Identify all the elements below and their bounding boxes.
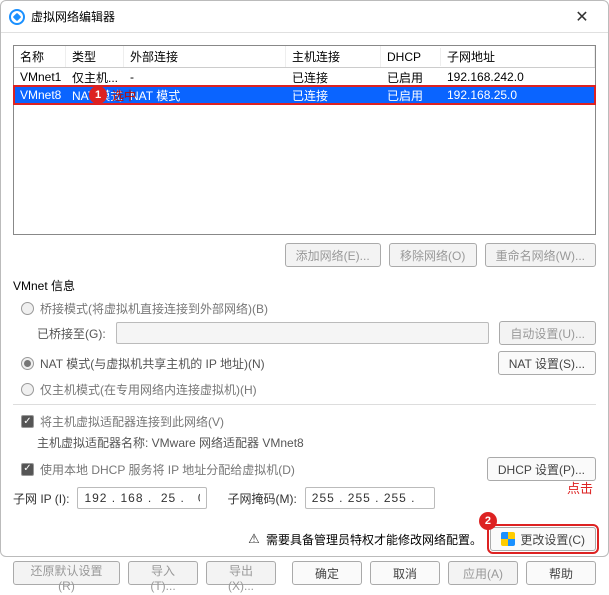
cancel-button[interactable]: 取消 <box>370 561 440 585</box>
dhcp-label: 使用本地 DHCP 服务将 IP 地址分配给虚拟机(D) <box>40 461 295 478</box>
ok-button[interactable]: 确定 <box>292 561 362 585</box>
subnet-mask-label: 子网掩码(M): <box>227 490 296 507</box>
table-header: 名称 类型 外部连接 主机连接 DHCP 子网地址 <box>14 46 595 68</box>
window-title: 虚拟网络编辑器 <box>31 8 564 25</box>
table-row-selected[interactable]: VMnet8 NAT 模式 NAT 模式 已连接 已启用 192.168.25.… <box>14 86 595 104</box>
col-dhcp[interactable]: DHCP <box>381 48 441 66</box>
col-subnet[interactable]: 子网地址 <box>441 46 595 67</box>
dhcp-check[interactable] <box>21 463 34 476</box>
auto-settings-button[interactable]: 自动设置(U)... <box>499 321 596 345</box>
col-host[interactable]: 主机连接 <box>286 46 381 67</box>
subnet-ip-input[interactable] <box>77 487 207 509</box>
table-row[interactable]: VMnet1 仅主机... - 已连接 已启用 192.168.242.0 <box>14 68 595 86</box>
table-buttons: 添加网络(E)... 移除网络(O) 重命名网络(W)... <box>13 243 596 267</box>
nat-label: NAT 模式(与虚拟机共享主机的 IP 地址)(N) <box>40 355 265 372</box>
admin-warning: 需要具备管理员特权才能修改网络配置。 <box>266 531 482 548</box>
annotation-click-label: 点击 <box>567 478 593 497</box>
radio-icon <box>21 302 34 315</box>
col-type[interactable]: 类型 <box>66 46 124 67</box>
bridge-radio[interactable]: 桥接模式(将虚拟机直接连接到外部网络)(B) <box>21 300 596 317</box>
annotation-label-1: 选中 <box>112 87 136 104</box>
shield-icon <box>501 532 515 546</box>
nat-radio[interactable] <box>21 357 34 370</box>
adapter-name-label: 主机虚拟适配器名称: VMware 网络适配器 VMnet8 <box>37 434 304 451</box>
col-name[interactable]: 名称 <box>14 46 66 67</box>
export-button[interactable]: 导出(X)... <box>206 561 276 585</box>
app-icon <box>9 9 25 25</box>
apply-button[interactable]: 应用(A) <box>448 561 518 585</box>
annotation-badge-2: 2 <box>479 512 497 530</box>
nat-settings-button[interactable]: NAT 设置(S)... <box>498 351 596 375</box>
vmnet-info-title: VMnet 信息 <box>13 277 596 294</box>
annotation-badge-1: 1 <box>89 86 107 104</box>
dialog-buttons: 还原默认设置(R) 导入(T)... 导出(X)... 确定 取消 应用(A) … <box>1 561 608 595</box>
subnet-ip-label: 子网 IP (I): <box>13 490 69 507</box>
admin-row: 需要具备管理员特权才能修改网络配置。 2 更改设置(C) <box>1 527 608 561</box>
bridge-to-label: 已桥接至(G): <box>37 325 106 342</box>
titlebar: 虚拟网络编辑器 ✕ <box>1 1 608 33</box>
change-settings-button[interactable]: 2 更改设置(C) <box>490 527 596 551</box>
warning-icon <box>246 532 262 546</box>
rename-network-button[interactable]: 重命名网络(W)... <box>485 243 596 267</box>
col-ext[interactable]: 外部连接 <box>124 46 286 67</box>
network-table: 名称 类型 外部连接 主机连接 DHCP 子网地址 VMnet1 仅主机... … <box>13 45 596 235</box>
radio-icon <box>21 383 34 396</box>
check-icon <box>21 415 34 428</box>
add-network-button[interactable]: 添加网络(E)... <box>285 243 381 267</box>
remove-network-button[interactable]: 移除网络(O) <box>389 243 477 267</box>
subnet-mask-input[interactable] <box>305 487 435 509</box>
import-button[interactable]: 导入(T)... <box>128 561 198 585</box>
restore-defaults-button[interactable]: 还原默认设置(R) <box>13 561 120 585</box>
help-button[interactable]: 帮助 <box>526 561 596 585</box>
host-adapter-check[interactable]: 将主机虚拟适配器连接到此网络(V) <box>21 413 596 430</box>
bridge-to-select[interactable] <box>116 322 490 344</box>
hostonly-radio[interactable]: 仅主机模式(在专用网络内连接虚拟机)(H) <box>21 381 596 398</box>
close-button[interactable]: ✕ <box>564 3 600 31</box>
